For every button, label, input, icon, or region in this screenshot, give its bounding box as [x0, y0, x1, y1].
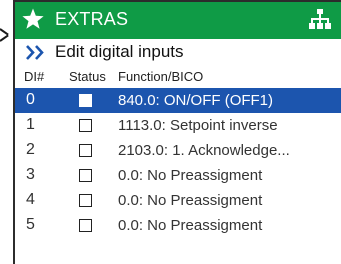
di-number: 1	[26, 116, 35, 133]
function-value: 1113.0: Setpoint inverse	[118, 117, 278, 134]
status-checkbox[interactable]	[79, 94, 92, 107]
sub-title: Edit digital inputs	[55, 42, 184, 61]
di-number: 4	[26, 191, 35, 208]
list-item[interactable]: 2 2103.0: 1. Acknowledge...	[15, 138, 341, 163]
function-value: 0.0: No Preassigment	[118, 167, 263, 184]
status-checkbox[interactable]	[79, 119, 92, 132]
list-item[interactable]: 5 0.0: No Preassigment	[15, 213, 341, 238]
di-number: 0	[26, 91, 35, 108]
function-value: 2103.0: 1. Acknowledge...	[118, 142, 290, 159]
di-number: 5	[26, 216, 35, 233]
title-bar: EXTRAS	[15, 2, 341, 39]
function-value: 0.0: No Preassigment	[118, 217, 263, 234]
double-chevron-right-icon[interactable]	[25, 45, 47, 60]
list-item[interactable]: 1 1113.0: Setpoint inverse	[15, 113, 341, 138]
function-value: 0.0: No Preassigment	[118, 192, 263, 209]
column-function: Function/BICO	[118, 69, 204, 84]
digital-input-list: 0 840.0: ON/OFF (OFF1) 1 1113.0: Setpoin…	[15, 88, 341, 238]
di-number: 3	[26, 166, 35, 183]
network-icon[interactable]	[309, 8, 331, 30]
column-di: DI#	[24, 69, 45, 84]
di-number: 2	[26, 141, 35, 158]
status-checkbox[interactable]	[79, 219, 92, 232]
status-checkbox[interactable]	[79, 194, 92, 207]
column-status: Status	[69, 69, 106, 84]
list-item[interactable]: 4 0.0: No Preassigment	[15, 188, 341, 213]
extras-panel: EXTRAS Edit digital inputs DI# Status Fu…	[13, 0, 341, 264]
page-title: EXTRAS	[55, 9, 129, 29]
column-header: DI# Status Function/BICO	[15, 64, 341, 88]
status-checkbox[interactable]	[79, 144, 92, 157]
list-item[interactable]: 0 840.0: ON/OFF (OFF1)	[15, 88, 341, 113]
list-item[interactable]: 3 0.0: No Preassigment	[15, 163, 341, 188]
star-icon	[22, 8, 44, 29]
sub-header: Edit digital inputs	[15, 39, 341, 64]
status-checkbox[interactable]	[79, 169, 92, 182]
function-value: 840.0: ON/OFF (OFF1)	[118, 92, 274, 109]
